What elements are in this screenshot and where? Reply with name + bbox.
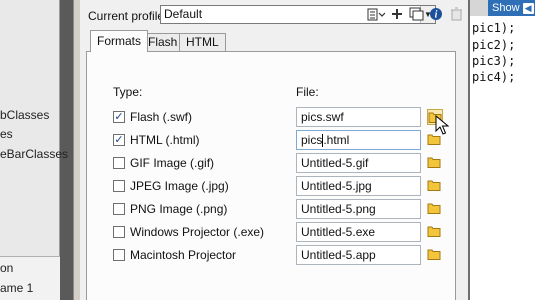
- code-line: pic2);: [472, 38, 516, 52]
- type-column-header: Type:: [113, 85, 143, 99]
- add-profile-icon: [392, 9, 402, 19]
- delete-profile-button[interactable]: [446, 5, 466, 24]
- gif-browse-button[interactable]: [427, 155, 443, 171]
- html-format-label: HTML (.html): [130, 133, 200, 147]
- jpeg-browse-button[interactable]: [427, 178, 443, 194]
- html-checkbox[interactable]: ✓: [113, 134, 125, 146]
- delete-profile-icon: [450, 7, 462, 21]
- flash-format-label: Flash (.swf): [130, 110, 193, 124]
- html-file-input[interactable]: pics.html: [296, 130, 421, 150]
- import-export-icon: [367, 8, 385, 21]
- folder-icon: [427, 180, 441, 191]
- jpeg-format-label: JPEG Image (.jpg): [130, 179, 229, 193]
- code-line: pic3);: [472, 54, 516, 68]
- folder-icon: [427, 226, 441, 237]
- gif-file-input[interactable]: Untitled-5.gif: [296, 153, 421, 173]
- show-arrow-icon: ◀: [522, 2, 534, 14]
- flash-file-input[interactable]: pics.swf: [296, 107, 421, 127]
- html-file-value-start: pics: [301, 133, 323, 147]
- dialog-body: Current profile: Default ▼ i Formats Fla…: [80, 0, 468, 300]
- left-bottom-item[interactable]: ame 1: [0, 281, 33, 295]
- file-column-header: File:: [296, 85, 319, 99]
- show-button[interactable]: Show ◀: [488, 0, 535, 16]
- left-bottom-panel: on ame 1: [0, 256, 60, 300]
- html-file-value-end: .html: [323, 133, 350, 147]
- code-line: pic1);: [472, 21, 516, 35]
- tab-formats[interactable]: Formats: [90, 30, 149, 52]
- folder-icon: [427, 157, 441, 168]
- current-profile-value: Default: [164, 7, 203, 21]
- mac-projector-file-input[interactable]: Untitled-5.app: [296, 245, 421, 265]
- import-export-profile-button[interactable]: [366, 5, 386, 24]
- left-panel-item[interactable]: eBarClasses: [0, 147, 68, 161]
- jpeg-file-input[interactable]: Untitled-5.jpg: [296, 176, 421, 196]
- code-editor-panel: Show ◀ pic1); pic2); pic3); pic4);: [470, 0, 535, 300]
- flash-checkbox[interactable]: ✓: [113, 111, 125, 123]
- duplicate-profile-icon: [409, 7, 424, 21]
- windows-projector-file-input[interactable]: Untitled-5.exe: [296, 222, 421, 242]
- jpeg-checkbox[interactable]: [113, 180, 125, 192]
- current-profile-label: Current profile:: [88, 9, 168, 23]
- png-browse-button[interactable]: [427, 201, 443, 217]
- mouse-pointer-icon: [435, 115, 449, 135]
- windows-projector-browse-button[interactable]: [427, 224, 443, 240]
- show-button-label: Show: [492, 2, 520, 14]
- png-file-input[interactable]: Untitled-5.png: [296, 199, 421, 219]
- mac-projector-browse-button[interactable]: [427, 247, 443, 263]
- mac-projector-label: Macintosh Projector: [130, 248, 237, 262]
- windows-projector-checkbox[interactable]: [113, 226, 125, 238]
- folder-icon: [427, 249, 441, 260]
- code-toolbar: Show ◀: [470, 0, 535, 16]
- gif-checkbox[interactable]: [113, 157, 125, 169]
- svg-text:i: i: [435, 10, 438, 21]
- add-profile-button[interactable]: [387, 5, 407, 24]
- profile-info-icon: i: [430, 8, 442, 21]
- duplicate-profile-button[interactable]: [406, 5, 426, 24]
- check-mark-icon: ✓: [114, 111, 124, 123]
- left-panel-item[interactable]: bClasses: [0, 108, 49, 122]
- tab-html[interactable]: HTML: [179, 33, 226, 51]
- left-panel: bClasses es eBarClasses on ame 1: [0, 0, 68, 300]
- check-mark-icon: ✓: [114, 134, 124, 146]
- code-line: pic4);: [472, 70, 516, 84]
- folder-icon: [427, 203, 441, 214]
- mac-projector-checkbox[interactable]: [113, 249, 125, 261]
- left-panel-item[interactable]: es: [0, 127, 13, 141]
- png-checkbox[interactable]: [113, 203, 125, 215]
- publish-settings-dialog: Current profile: Default ▼ i Formats Fla…: [73, 0, 470, 300]
- profile-info-button[interactable]: i: [426, 5, 446, 24]
- gif-format-label: GIF Image (.gif): [130, 156, 215, 170]
- formats-tab-panel: Type: File: ✓ Flash (.swf) pics.swf ✓ HT…: [86, 51, 456, 300]
- left-bottom-item[interactable]: on: [0, 261, 13, 275]
- windows-projector-label: Windows Projector (.exe): [130, 225, 265, 239]
- png-format-label: PNG Image (.png): [130, 202, 228, 216]
